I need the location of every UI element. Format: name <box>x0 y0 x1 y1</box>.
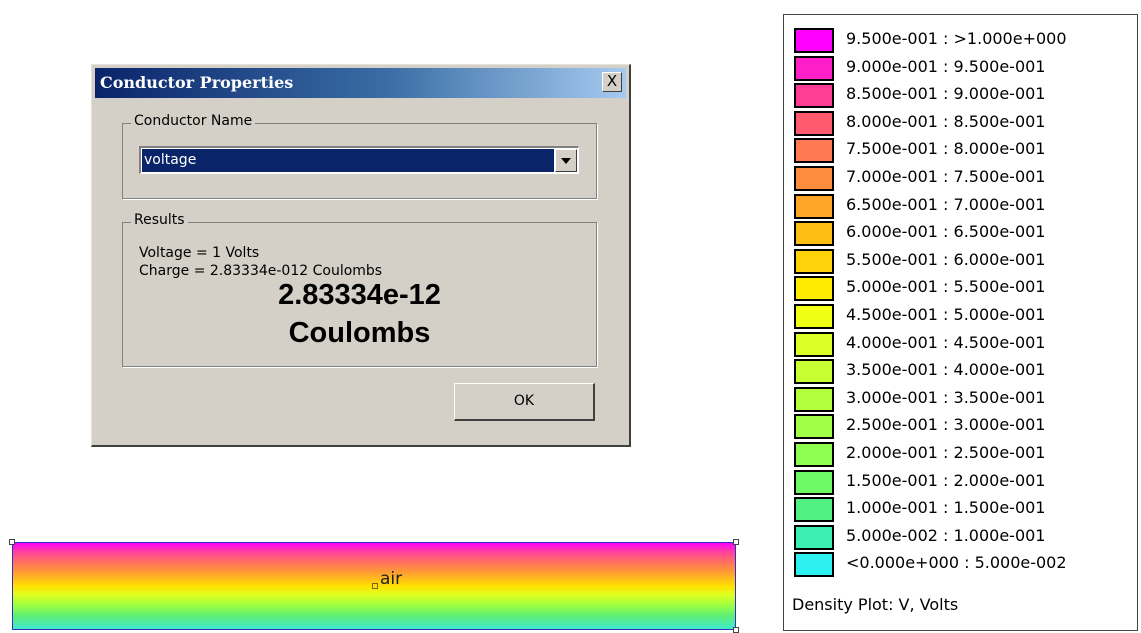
voltage-text: Voltage = 1 Volts <box>139 245 260 261</box>
legend-label: 6.000e-001 : 6.500e-001 <box>846 222 1046 242</box>
legend-label: 1.000e-001 : 1.500e-001 <box>846 498 1046 518</box>
legend-label: 5.000e-002 : 1.000e-001 <box>846 525 1046 545</box>
chevron-down-icon[interactable] <box>555 149 577 172</box>
density-plot-region[interactable]: air <box>9 539 739 633</box>
legend-swatch <box>794 83 834 109</box>
region-label: air <box>380 569 403 589</box>
conductor-name-value: voltage <box>142 149 554 172</box>
block-label-marker[interactable] <box>372 583 378 589</box>
legend-swatch <box>794 28 834 53</box>
legend-label: 4.500e-001 : 5.000e-001 <box>846 305 1046 324</box>
legend-label: 5.000e-001 : 5.500e-001 <box>846 277 1046 297</box>
dialog-title: Conductor Properties <box>100 73 294 92</box>
conductor-name-label: Conductor Name <box>131 113 256 129</box>
charge-big-unit: Coulombs <box>288 317 431 349</box>
legend-swatch <box>794 414 834 440</box>
close-button[interactable]: X <box>602 72 622 92</box>
legend-caption: Density Plot: V, Volts <box>792 595 959 614</box>
legend-swatch <box>794 248 834 274</box>
corner-handle[interactable] <box>733 627 739 633</box>
legend-swatch <box>794 469 834 495</box>
legend-label: 9.000e-001 : 9.500e-001 <box>846 56 1046 76</box>
ok-button[interactable]: OK <box>454 383 595 421</box>
dialog-titlebar[interactable]: Conductor Properties X <box>95 68 626 98</box>
legend-swatch <box>794 386 834 412</box>
conductor-name-group: Conductor Name voltage <box>122 113 597 199</box>
legend-swatch <box>794 55 834 81</box>
legend-swatch <box>794 552 834 578</box>
legend-swatch <box>794 221 834 247</box>
legend-label: 9.500e-001 : >1.000e+000 <box>846 29 1067 48</box>
legend-label: 5.500e-001 : 6.000e-001 <box>846 249 1046 269</box>
legend-label: 7.000e-001 : 7.500e-001 <box>846 167 1046 186</box>
conductor-name-select[interactable]: voltage <box>139 146 579 174</box>
legend-swatch <box>794 304 834 329</box>
legend-label: 2.000e-001 : 2.500e-001 <box>846 443 1046 462</box>
legend-swatch <box>794 276 834 302</box>
legend-label: 8.500e-001 : 9.000e-001 <box>846 84 1046 104</box>
legend-label: 8.000e-001 : 8.500e-001 <box>846 111 1046 131</box>
corner-handle[interactable] <box>733 539 739 545</box>
legend-swatch <box>794 497 834 523</box>
legend-label: <0.000e+000 : 5.000e-002 <box>846 553 1067 573</box>
legend-swatch <box>794 166 834 191</box>
corner-handle[interactable] <box>9 539 15 545</box>
legend-label: 1.500e-001 : 2.000e-001 <box>846 470 1046 490</box>
legend-swatch <box>794 524 834 550</box>
legend-label: 3.000e-001 : 3.500e-001 <box>846 387 1046 407</box>
charge-big-value: 2.83334e-12 <box>278 279 441 311</box>
legend-swatch <box>794 442 834 467</box>
legend-swatch <box>794 193 834 219</box>
legend-label: 2.500e-001 : 3.000e-001 <box>846 415 1046 435</box>
results-group: Results Voltage = 1 Volts Charge = 2.833… <box>122 212 597 367</box>
conductor-properties-dialog: Conductor Properties X Conductor Name vo… <box>91 64 631 447</box>
charge-text: Charge = 2.83334e-012 Coulombs <box>139 263 383 279</box>
legend-label: 4.000e-001 : 4.500e-001 <box>846 332 1046 352</box>
legend-swatch <box>794 359 834 385</box>
legend-label: 6.500e-001 : 7.000e-001 <box>846 194 1046 214</box>
legend-label: 3.500e-001 : 4.000e-001 <box>846 360 1046 380</box>
legend-swatch <box>794 331 834 357</box>
legend-swatch <box>794 138 834 164</box>
legend-label: 7.500e-001 : 8.000e-001 <box>846 139 1046 159</box>
density-legend: 9.500e-001 : >1.000e+000 9.000e-001 : 9.5… <box>783 14 1138 631</box>
results-label: Results <box>131 212 188 228</box>
legend-swatch <box>794 110 834 136</box>
